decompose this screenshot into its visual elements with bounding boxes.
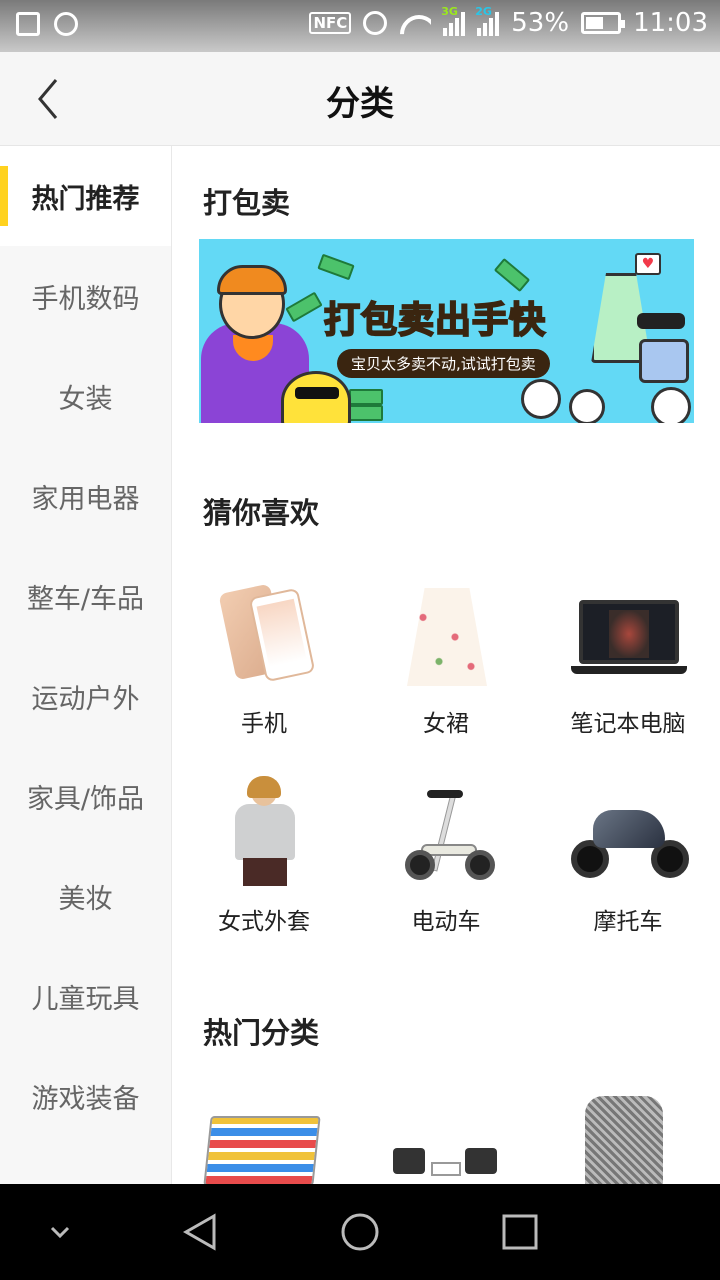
guess-item-coat[interactable]: 女式外套: [173, 748, 355, 946]
banner-cloud: [521, 379, 561, 419]
banner-cloud: [569, 389, 605, 423]
money-icon: [493, 257, 531, 293]
section-title-hot: 热门分类: [203, 1016, 320, 1050]
guess-item-phone[interactable]: 手机: [173, 550, 355, 748]
sidebar-item-games[interactable]: 游戏装备: [0, 1046, 171, 1146]
sidebar-item-appliances[interactable]: 家用电器: [0, 446, 171, 546]
sofa-image[interactable]: [393, 1148, 499, 1184]
guess-item-skirt[interactable]: 女裙: [355, 550, 537, 748]
sidebar-item-outdoor[interactable]: 运动户外: [0, 646, 171, 746]
banner-sunglasses: [295, 387, 339, 399]
system-nav-bar: [0, 1184, 720, 1280]
money-icon: [285, 291, 323, 323]
hot-category-grid: [173, 1096, 720, 1184]
sidebar-item-hot[interactable]: 热门推荐: [0, 146, 171, 246]
category-sidebar: 热门推荐 手机数码 女装 家用电器 整车/车品 运动户外 家具/饰品 美妆 儿童…: [0, 146, 172, 1184]
app-header: 分类: [0, 52, 720, 146]
status-bar: NFC 3G 2G 53% 11:03: [0, 0, 720, 52]
section-title-guess: 猜你喜欢: [203, 496, 320, 530]
laptop-image: [571, 580, 687, 688]
sidebar-item-womens-clothing[interactable]: 女装: [0, 346, 171, 446]
guess-item-label: 笔记本电脑: [570, 711, 686, 737]
home-circle-icon: [341, 1213, 379, 1251]
banner-person-hair: [217, 265, 287, 295]
heart-icon: ♥: [635, 253, 661, 275]
nav-home-button[interactable]: [312, 1184, 408, 1280]
phone-image: [218, 580, 316, 688]
banner-title: 打包卖出手快: [323, 299, 547, 342]
back-triangle-icon: [182, 1213, 216, 1251]
battery-icon: [581, 12, 626, 34]
sidebar-item-toys[interactable]: 儿童玩具: [0, 946, 171, 1046]
wifi-icon: [399, 11, 431, 35]
network-2-label: 2G: [475, 5, 492, 18]
sidebar-item-furniture[interactable]: 家具/饰品: [0, 746, 171, 846]
guess-item-label: 女裙: [423, 711, 469, 737]
sidebar-item-pets[interactable]: 宠物用品: [0, 1146, 171, 1185]
keyboard-image[interactable]: [203, 1116, 321, 1184]
page-title: 分类: [326, 84, 394, 124]
sidebar-item-phones[interactable]: 手机数码: [0, 246, 171, 346]
banner-shirt: [639, 339, 689, 383]
guess-item-label: 摩托车: [593, 909, 663, 935]
guess-item-label: 电动车: [411, 909, 481, 935]
network-1-label: 3G: [441, 5, 458, 18]
category-content: 打包卖 打包卖出手快 宝贝太多卖不动,试试打包卖 ♥ 猜你喜欢 手机 女裙 笔记…: [173, 146, 720, 1184]
guess-item-motorcycle[interactable]: 摩托车: [537, 748, 719, 946]
money-icon: [317, 253, 355, 281]
sidebar-item-beauty[interactable]: 美妆: [0, 846, 171, 946]
banner-shades: [637, 313, 685, 329]
money-icon: [349, 405, 383, 421]
recents-square-icon: [502, 1214, 538, 1250]
sync-notification-icon: [54, 12, 78, 36]
nfc-icon: NFC: [309, 12, 352, 34]
banner-cloud: [651, 387, 691, 423]
guess-item-label: 手机: [241, 711, 287, 737]
chevron-down-icon: [50, 1226, 70, 1239]
coat-image: [219, 776, 309, 886]
banner-subtitle: 宝贝太多卖不动,试试打包卖: [337, 349, 550, 378]
scooter-image: [401, 778, 495, 886]
guess-item-scooter[interactable]: 电动车: [355, 748, 537, 946]
image-notification-icon: [16, 12, 40, 36]
sweater-image[interactable]: [585, 1096, 663, 1184]
signal-2-icon: 2G: [475, 6, 500, 36]
battery-percent: 53%: [511, 8, 570, 38]
section-title-bundle: 打包卖: [203, 186, 291, 220]
hide-nav-button[interactable]: [12, 1184, 108, 1280]
sidebar-item-vehicles[interactable]: 整车/车品: [0, 546, 171, 646]
bundle-banner[interactable]: 打包卖出手快 宝贝太多卖不动,试试打包卖 ♥: [199, 239, 694, 423]
motorcycle-image: [571, 778, 689, 886]
nav-back-button[interactable]: [152, 1184, 248, 1280]
guess-grid: 手机 女裙 笔记本电脑 女式外套 电动车 摩托车: [173, 550, 720, 946]
money-icon: [349, 389, 383, 405]
guess-item-label: 女式外套: [218, 909, 310, 935]
guess-item-laptop[interactable]: 笔记本电脑: [537, 550, 719, 748]
skirt-image: [401, 580, 491, 688]
clock-time: 11:03: [633, 8, 708, 38]
nav-recents-button[interactable]: [472, 1184, 568, 1280]
alarm-icon: [363, 11, 388, 35]
signal-1-icon: 3G: [441, 6, 466, 36]
